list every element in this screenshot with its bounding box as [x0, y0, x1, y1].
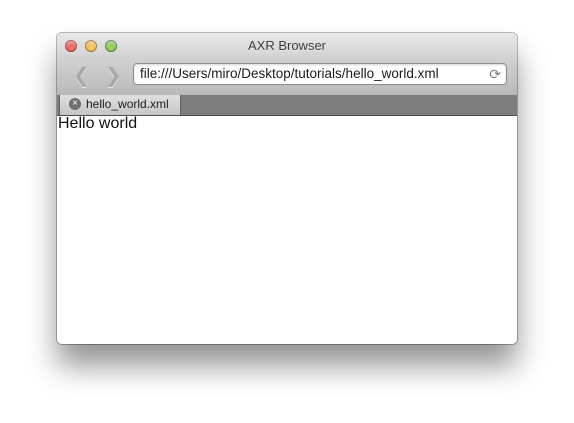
address-bar[interactable]: file:///Users/miro/Desktop/tutorials/hel… — [133, 63, 507, 85]
tab-bar: × hello_world.xml — [57, 95, 517, 116]
close-circle-icon[interactable]: × — [69, 98, 81, 110]
window-title: AXR Browser — [247, 38, 327, 53]
browser-window: AXR Browser ❮ ❯ file:///Users/miro/Deskt… — [57, 33, 517, 344]
tab-hello-world[interactable]: × hello_world.xml — [59, 95, 181, 115]
tab-label: hello_world.xml — [86, 97, 169, 111]
chevron-left-icon: ❮ — [73, 65, 90, 87]
content-text: Hello world — [58, 115, 138, 132]
reload-icon[interactable]: ⟳ — [489, 66, 501, 83]
chevron-right-icon: ❯ — [105, 65, 122, 87]
address-text[interactable]: file:///Users/miro/Desktop/tutorials/hel… — [140, 66, 439, 81]
back-button[interactable]: ❮ — [73, 66, 90, 86]
toolbar: AXR Browser ❮ ❯ file:///Users/miro/Deskt… — [57, 33, 517, 96]
page-content: Hello world — [57, 115, 517, 344]
forward-button[interactable]: ❯ — [105, 66, 122, 86]
